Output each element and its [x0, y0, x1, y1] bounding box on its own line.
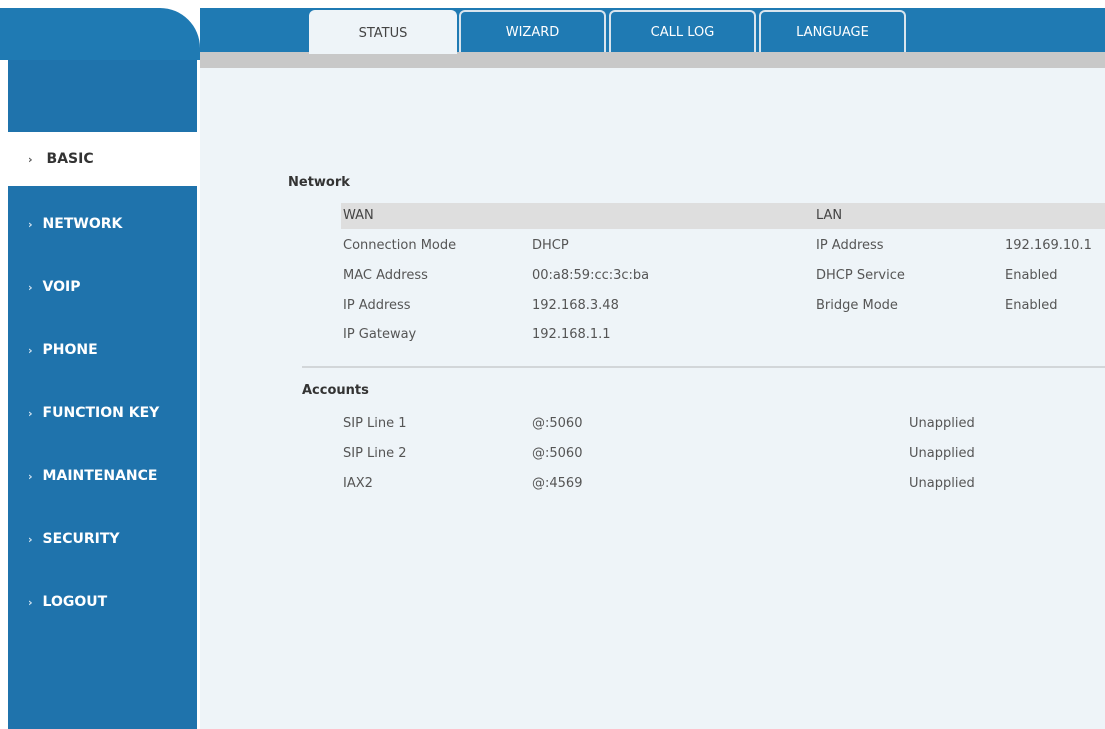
sidebar-item-label: SECURITY [42, 531, 120, 547]
sidebar-item-basic[interactable]: › BASIC [8, 132, 197, 186]
lan-header: LAN [816, 208, 843, 223]
lan-row-label: DHCP Service [816, 268, 905, 283]
chevron-right-icon: › [28, 152, 33, 166]
sidebar-item-logout[interactable]: › LOGOUT [8, 575, 197, 629]
chevron-right-icon: › [28, 595, 33, 609]
chevron-right-icon: › [28, 280, 33, 294]
sidebar-item-network[interactable]: › NETWORK [8, 197, 197, 251]
account-name: IAX2 [343, 476, 373, 491]
sidebar-item-phone[interactable]: › PHONE [8, 323, 197, 377]
chevron-right-icon: › [28, 217, 33, 231]
tab-language[interactable]: LANGUAGE [759, 10, 906, 52]
wan-header: WAN [343, 208, 374, 223]
lan-row-label: IP Address [816, 238, 884, 253]
account-name: SIP Line 2 [343, 446, 407, 461]
sidebar-item-maintenance[interactable]: › MAINTENANCE [8, 449, 197, 503]
sidebar-item-voip[interactable]: › VOIP [8, 260, 197, 314]
wan-row-label: Connection Mode [343, 238, 457, 253]
account-status: Unapplied [909, 416, 975, 431]
sidebar-item-security[interactable]: › SECURITY [8, 512, 197, 566]
wan-row-value: 00:a8:59:cc:3c:ba [532, 268, 650, 283]
chevron-right-icon: › [28, 469, 33, 483]
account-name: SIP Line 1 [343, 416, 407, 431]
account-status: Unapplied [909, 476, 975, 491]
account-status: Unapplied [909, 446, 975, 461]
account-address: @:4569 [532, 476, 583, 491]
lan-row-value: Enabled [1005, 298, 1058, 313]
sidebar-item-function-key[interactable]: › FUNCTION KEY [8, 386, 197, 440]
account-address: @:5060 [532, 416, 583, 431]
network-section-title: Network [288, 175, 350, 190]
top-nav-shadow [200, 52, 1105, 68]
account-address: @:5060 [532, 446, 583, 461]
sidebar-item-label: MAINTENANCE [42, 468, 158, 484]
wan-row-value: 192.168.3.48 [532, 298, 619, 313]
wan-row-value: 192.168.1.1 [532, 327, 611, 342]
wan-row-label: MAC Address [343, 268, 428, 283]
wan-lan-header-bar [341, 203, 1105, 229]
lan-row-value: Enabled [1005, 268, 1058, 283]
header-corner [0, 8, 200, 60]
sidebar-item-label: VOIP [42, 279, 81, 295]
sidebar-item-label: FUNCTION KEY [42, 405, 160, 421]
sidebar-item-label: BASIC [46, 151, 94, 167]
chevron-right-icon: › [28, 532, 33, 546]
sidebar-item-label: LOGOUT [42, 594, 108, 610]
wan-row-label: IP Address [343, 298, 411, 313]
section-divider [302, 366, 1105, 368]
sidebar: › BASIC › NETWORK › VOIP › PHONE › FUNCT… [8, 60, 197, 729]
chevron-right-icon: › [28, 406, 33, 420]
main-content [200, 68, 1105, 729]
tab-status[interactable]: STATUS [309, 10, 457, 54]
chevron-right-icon: › [28, 343, 33, 357]
tab-call-log[interactable]: CALL LOG [609, 10, 756, 52]
lan-row-value: 192.169.10.1 [1005, 238, 1092, 253]
sidebar-item-label: NETWORK [42, 216, 123, 232]
tab-wizard[interactable]: WIZARD [459, 10, 606, 52]
wan-row-label: IP Gateway [343, 327, 417, 342]
accounts-section-title: Accounts [302, 383, 369, 398]
sidebar-item-label: PHONE [42, 342, 98, 358]
wan-row-value: DHCP [532, 238, 569, 253]
lan-row-label: Bridge Mode [816, 298, 898, 313]
